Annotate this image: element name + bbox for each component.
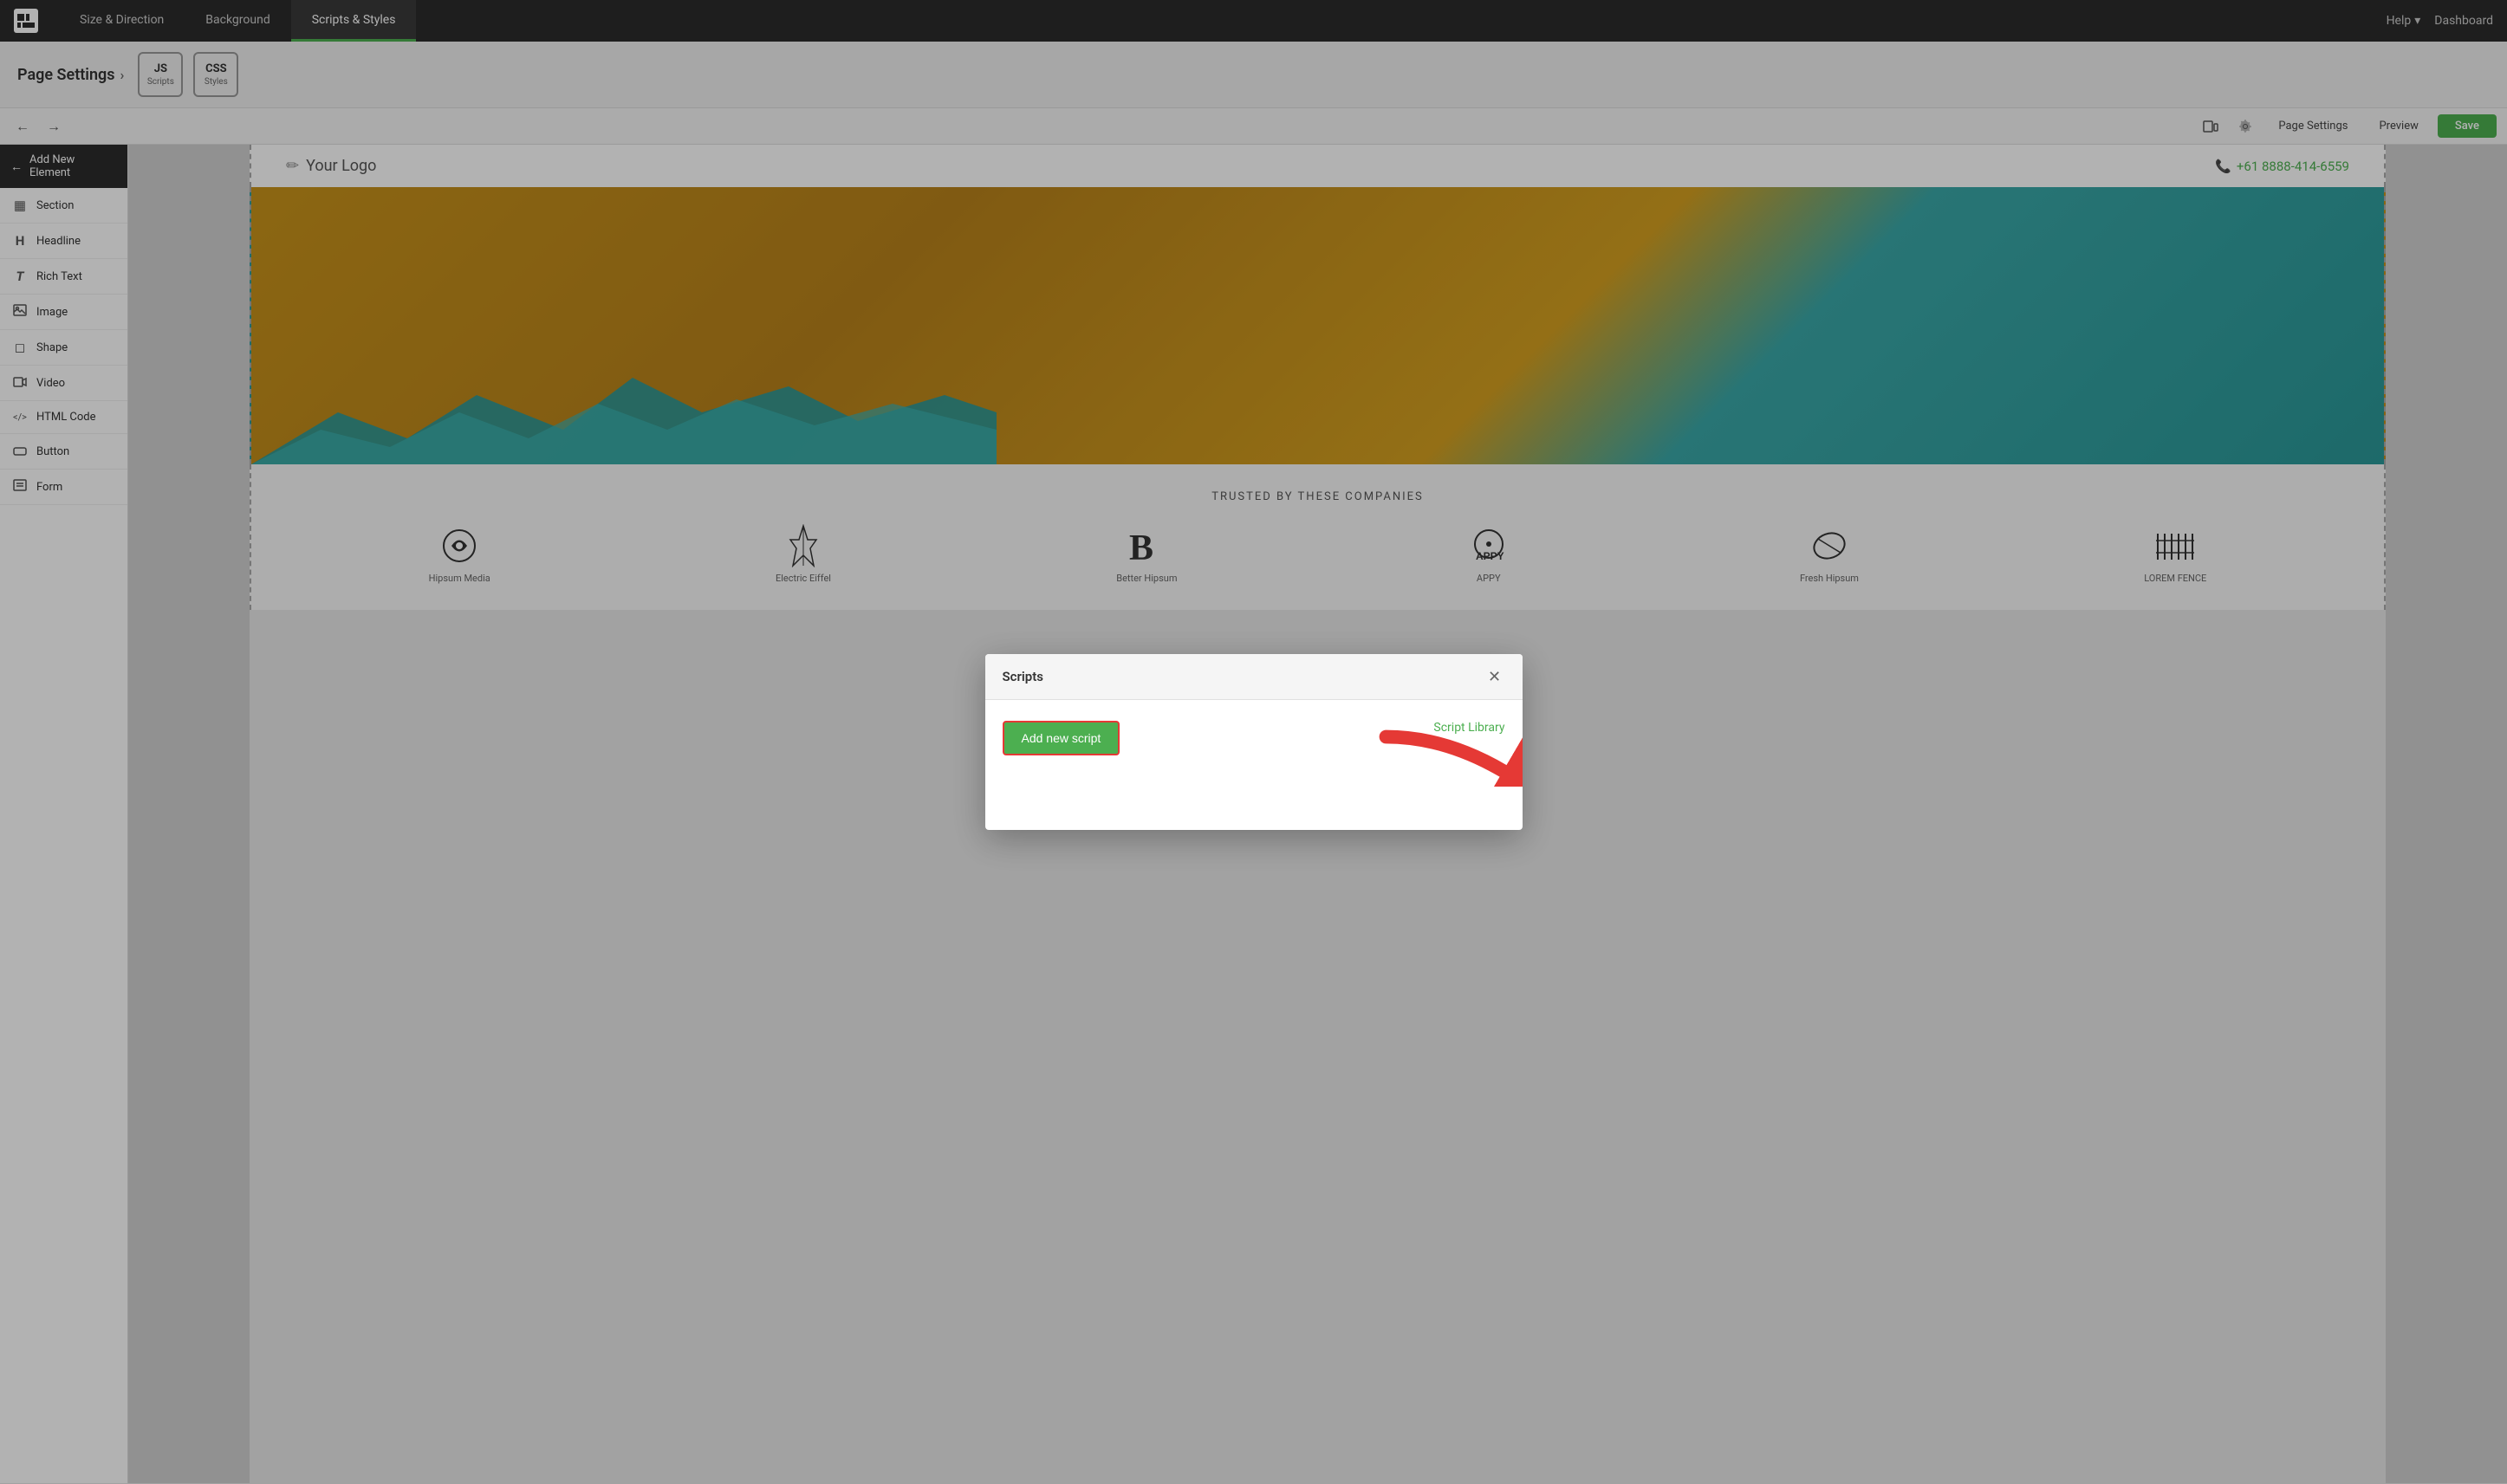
red-arrow-indicator bbox=[1367, 726, 1523, 787]
modal-header: Scripts ✕ bbox=[985, 654, 1523, 700]
add-new-script-button[interactable]: Add new script bbox=[1003, 721, 1120, 755]
modal-body: Add new script Script Library bbox=[985, 700, 1523, 830]
modal-close-button[interactable]: ✕ bbox=[1484, 666, 1505, 687]
modal-title: Scripts bbox=[1003, 669, 1043, 684]
modal-overlay[interactable]: Scripts ✕ Add new script Script Library bbox=[0, 0, 2507, 1484]
scripts-modal: Scripts ✕ Add new script Script Library bbox=[985, 654, 1523, 830]
